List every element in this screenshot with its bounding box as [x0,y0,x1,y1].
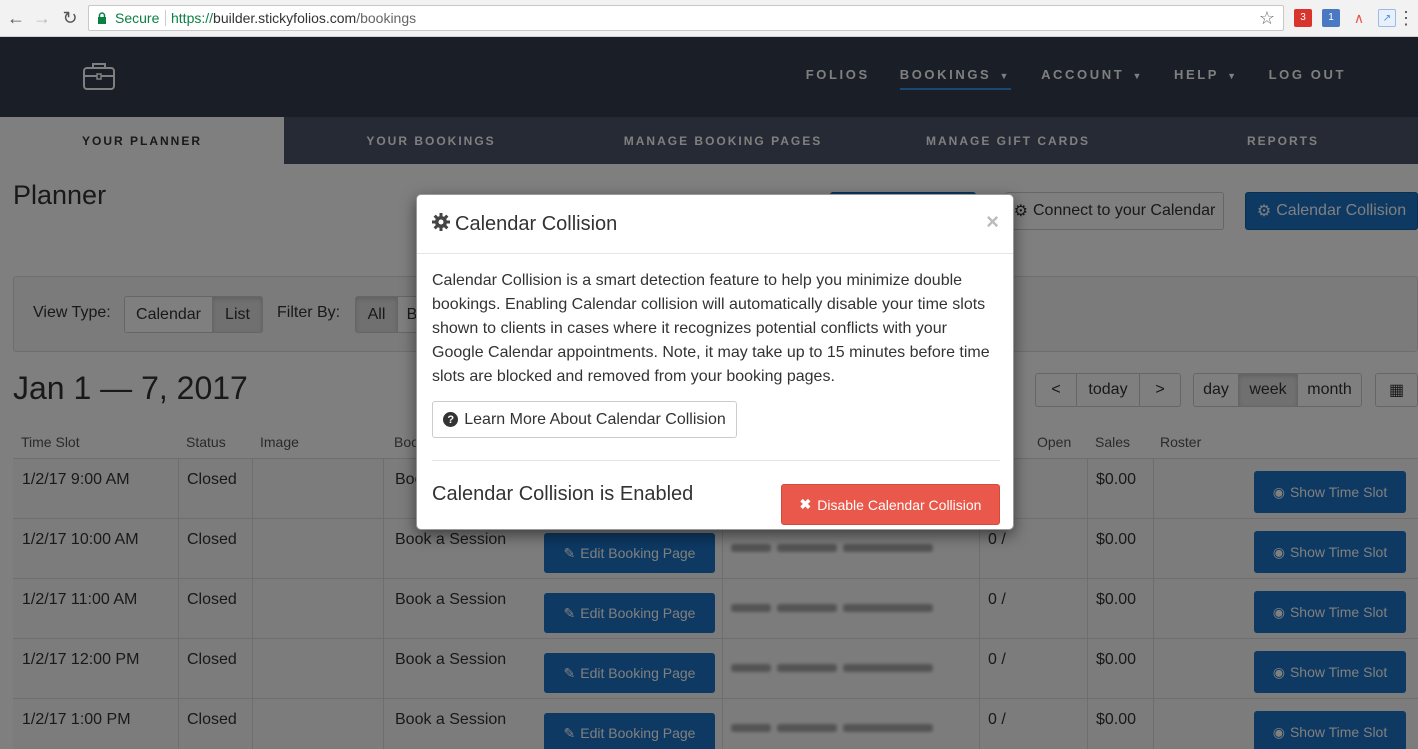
url-host: builder.stickyfolios.com [213,10,357,26]
address-bar[interactable]: Secure https://builder.stickyfolios.com/… [88,5,1284,31]
forward-icon[interactable]: → [32,8,52,28]
collision-status-text: Calendar Collision is Enabled [432,483,694,505]
extension-icon-4[interactable]: ↗ [1378,9,1396,27]
extension-badge-2: 1 [1328,12,1334,23]
reload-icon[interactable]: ↻ [60,8,80,28]
close-icon[interactable]: × [986,209,999,235]
url-text[interactable]: https://builder.stickyfolios.com/booking… [171,10,416,26]
secure-label: Secure [115,10,160,26]
browser-menu-icon[interactable]: ⋮ [1396,8,1416,28]
calendar-collision-modal: Calendar Collision × Calendar Collision … [416,194,1014,530]
modal-description: Calendar Collision is a smart detection … [432,272,990,385]
disable-collision-button[interactable]: ✖ Disable Calendar Collision [781,484,1000,525]
extension-icon-3[interactable]: ∧ [1350,9,1368,27]
learn-more-button[interactable]: ? Learn More About Calendar Collision [432,401,737,438]
learn-more-label: Learn More About Calendar Collision [464,410,726,428]
browser-toolbar: ← → ↻ Secure https://builder.stickyfolio… [0,0,1418,37]
times-icon: ✖ [799,496,812,512]
lock-icon [98,12,106,24]
modal-title: Calendar Collision [455,213,618,235]
gear-icon [432,213,450,231]
extension-badge-1: 3 [1300,12,1306,23]
url-scheme: https:// [171,10,214,26]
extension-icon-2[interactable]: 1 [1322,9,1340,27]
back-icon[interactable]: ← [6,8,26,28]
url-path: /bookings [356,10,417,26]
modal-divider [432,460,1000,461]
modal-header: Calendar Collision × [417,195,1013,254]
extension-icon-1[interactable]: 3 [1294,9,1312,27]
bookmark-star-icon[interactable]: ☆ [1259,8,1275,29]
disable-collision-label: Disable Calendar Collision [817,496,982,513]
url-separator [165,10,166,26]
question-circle-icon: ? [443,412,459,427]
